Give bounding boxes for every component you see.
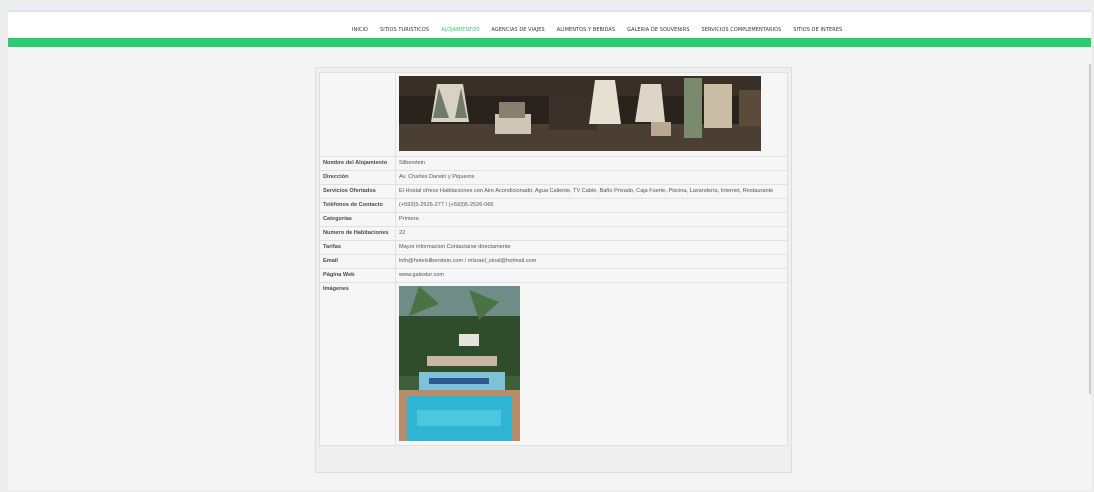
row-value-direccion: Av. Charles Darwin y Piqueros <box>395 170 788 185</box>
row-key-habitaciones: Numero de Habitaciones <box>319 226 396 241</box>
row-key-categorias: Categorías <box>319 212 396 227</box>
nav-menu: INICIO SITIOS TURISTICOS ALOJAMIENTOS AG… <box>346 26 848 34</box>
table-row-hero <box>319 72 788 157</box>
row-key-nombre: Nombre del Alojamiento <box>319 156 396 171</box>
table-row: Email info@hotelsilberstein.com / mlsrae… <box>319 254 788 269</box>
nav-item-sitios-de-interes[interactable]: SITIOS DE INTERES <box>787 26 848 34</box>
page: INICIO SITIOS TURISTICOS ALOJAMIENTOS AG… <box>8 10 1091 490</box>
row-key-email: Email <box>319 254 396 269</box>
hero-cell <box>395 72 788 157</box>
images-cell <box>395 282 788 446</box>
row-key-servicios: Servicios Ofertados <box>319 184 396 199</box>
table-row: Dirección Av. Charles Darwin y Piqueros <box>319 170 788 185</box>
table-row: Numero de Habitaciones 22 <box>319 226 788 241</box>
table-row: Tarifas Mayor informacion Contactarse di… <box>319 240 788 255</box>
row-value-pagina-web[interactable]: www.galextur.com <box>395 268 788 283</box>
nav-accent-bar <box>8 38 1091 47</box>
row-key-direccion: Dirección <box>319 170 396 185</box>
nav-item-servicios-complementarios[interactable]: SERVICIOS COMPLEMENTARIOS <box>696 26 788 34</box>
nav-item-agencias-de-viajes[interactable]: AGENCIAS DE VIAJES <box>485 26 550 34</box>
row-key-pagina-web: Página Web <box>319 268 396 283</box>
nav-item-galeria-de-souvenirs[interactable]: GALERIA DE SOUVENIRS <box>621 26 695 34</box>
row-value-telefonos: (+593)5-2526-277 / (+593)5-2526-066 <box>395 198 788 213</box>
row-key-telefonos: Teléfonos de Contacto <box>319 198 396 213</box>
nav-item-alojamientos[interactable]: ALOJAMIENTOS <box>435 26 485 34</box>
table-row: Servicios Ofertados El Hostal ofrece Hab… <box>319 184 788 199</box>
table-row: Teléfonos de Contacto (+593)5-2526-277 /… <box>319 198 788 213</box>
lodging-detail-card: Nombre del Alojamiento Silberstein Direc… <box>315 67 792 473</box>
row-key-tarifas: Tarifas <box>319 240 396 255</box>
empty-cell <box>319 72 396 157</box>
table-row: Página Web www.galextur.com <box>319 268 788 283</box>
table-row: Nombre del Alojamiento Silberstein <box>319 156 788 171</box>
row-key-imagenes: Imágenes <box>319 282 396 446</box>
row-value-categorias: Primera <box>395 212 788 227</box>
top-navigation: INICIO SITIOS TURISTICOS ALOJAMIENTOS AG… <box>8 12 1091 38</box>
table-row: Categorías Primera <box>319 212 788 227</box>
browser-top-strip <box>0 0 1094 10</box>
table-row-images: Imágenes <box>319 282 788 446</box>
row-value-habitaciones: 22 <box>395 226 788 241</box>
row-value-tarifas: Mayor informacion Contactarse directamen… <box>395 240 788 255</box>
scrollbar[interactable] <box>1089 64 1091 394</box>
room-panorama-image <box>399 76 761 151</box>
row-value-email[interactable]: info@hotelsilberstein.com / mlsrael_sina… <box>395 254 788 269</box>
lodging-detail-table: Nombre del Alojamiento Silberstein Direc… <box>319 72 788 446</box>
nav-item-inicio[interactable]: INICIO <box>346 26 374 34</box>
nav-item-sitios-turisticos[interactable]: SITIOS TURISTICOS <box>374 26 435 34</box>
nav-item-alimentos-y-bebidas[interactable]: ALIMENTOS Y BEBIDAS <box>551 26 621 34</box>
row-value-nombre: Silberstein <box>395 156 788 171</box>
pool-photo-image <box>399 286 520 441</box>
row-value-servicios: El Hostal ofrece Habitaciones con Aire A… <box>395 184 788 199</box>
